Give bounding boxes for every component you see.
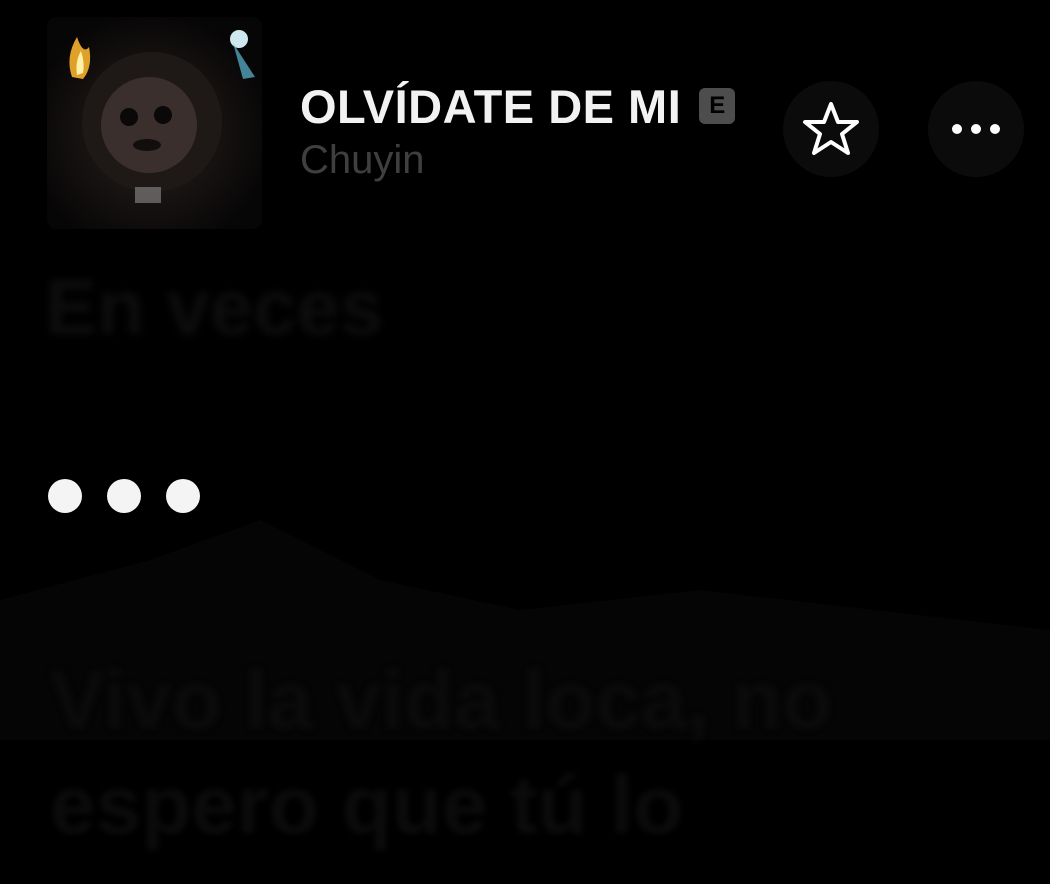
lyric-line-next[interactable]: Vivo la vida loca, no espero que tú lo bbox=[50, 648, 1010, 858]
title-row: OLVÍDATE DE MI E bbox=[300, 79, 736, 134]
instrumental-dot bbox=[48, 479, 82, 513]
star-icon bbox=[803, 102, 859, 155]
instrumental-dot bbox=[166, 479, 200, 513]
album-artwork[interactable] bbox=[47, 17, 262, 229]
artist-name[interactable]: Chuyin bbox=[300, 138, 425, 183]
lyric-line-next-part-2: espero que tú lo bbox=[50, 760, 684, 851]
more-options-button[interactable] bbox=[928, 81, 1024, 177]
more-horizontal-icon bbox=[952, 124, 1000, 134]
song-title[interactable]: OLVÍDATE DE MI bbox=[300, 79, 681, 134]
lyric-line-next-part-1: Vivo la vida loca, no bbox=[50, 655, 833, 746]
lyric-line-previous[interactable]: En veces bbox=[45, 262, 383, 353]
instrumental-dot bbox=[107, 479, 141, 513]
favorite-button[interactable] bbox=[783, 81, 879, 177]
instrumental-indicator bbox=[48, 479, 200, 513]
explicit-badge: E bbox=[699, 88, 736, 124]
